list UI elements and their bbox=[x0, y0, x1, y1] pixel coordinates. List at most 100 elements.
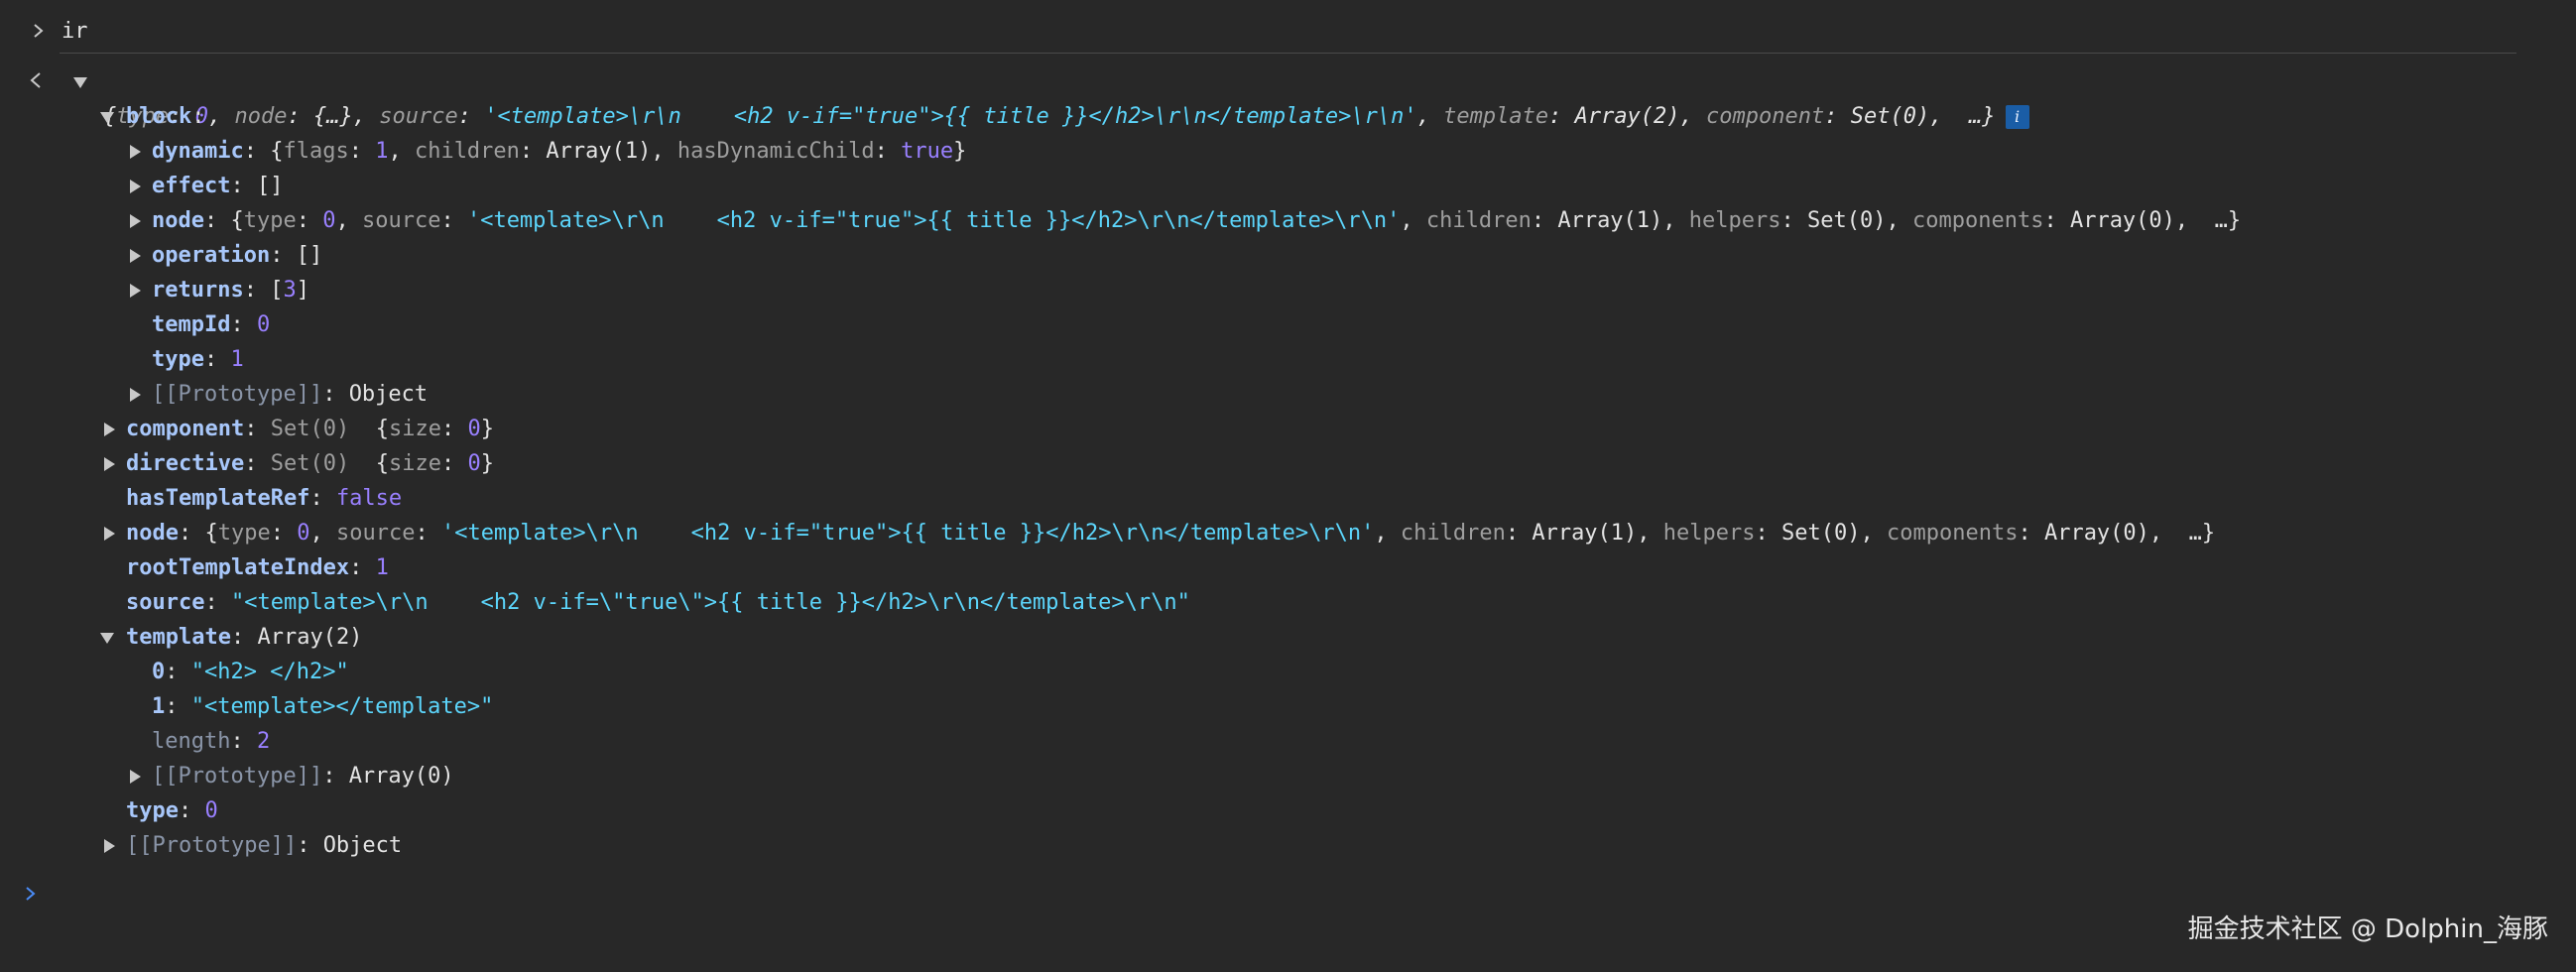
val-prototype: Object bbox=[322, 833, 403, 858]
sub-ellipsis: …} bbox=[2188, 521, 2216, 546]
sub-key-size: size bbox=[388, 417, 441, 441]
tree-row-directive[interactable]: directive: Set(0) {size: 0} bbox=[126, 446, 494, 481]
tree-row-tempId: tempId: 0 bbox=[152, 312, 271, 337]
key-type: type bbox=[126, 798, 179, 823]
val-block-type: 1 bbox=[230, 347, 244, 372]
toggle-node[interactable] bbox=[104, 527, 115, 541]
key-tempId: tempId bbox=[152, 312, 231, 337]
sub-key-helpers: helpers bbox=[1688, 208, 1781, 233]
val-template-0: "<h2> </h2>" bbox=[190, 660, 349, 684]
sub-val-children: Array(1) bbox=[1532, 521, 1638, 546]
toggle-directive[interactable] bbox=[104, 457, 115, 471]
key-source: source bbox=[126, 590, 205, 615]
toggle-operation[interactable] bbox=[130, 249, 141, 263]
result-arrow-icon bbox=[30, 72, 41, 88]
tree-row-node[interactable]: node: {type: 0, source: '<template>\r\n … bbox=[126, 516, 2215, 550]
val-operation: [] bbox=[296, 243, 323, 268]
key-template-1: 1 bbox=[152, 694, 166, 719]
tree-row-returns[interactable]: returns: [3] bbox=[152, 273, 309, 307]
key-dynamic: dynamic bbox=[152, 139, 244, 164]
key-prototype: [[Prototype]] bbox=[126, 833, 298, 858]
sub-val-helpers: Set(0) bbox=[1781, 521, 1861, 546]
preview-val-template: Array(2) bbox=[1574, 104, 1680, 129]
preview-key-node: node bbox=[234, 104, 288, 129]
tree-row-operation[interactable]: operation: [] bbox=[152, 238, 322, 273]
key-operation: operation bbox=[152, 243, 271, 268]
toggle-block-prototype[interactable] bbox=[130, 388, 141, 402]
tree-row-dynamic[interactable]: dynamic: {flags: 1, children: Array(1), … bbox=[152, 134, 966, 169]
preview-val-component: Set(0) bbox=[1850, 104, 1930, 129]
preview-key-source: source bbox=[379, 104, 458, 129]
key-returns: returns bbox=[152, 278, 244, 303]
returns-open: [ bbox=[270, 278, 284, 303]
val-source: "<template>\r\n <h2 v-if=\"true\">{{ tit… bbox=[230, 590, 1190, 615]
tree-row-hasTemplateRef: hasTemplateRef: false bbox=[126, 486, 403, 511]
tree-row-effect[interactable]: effect: [] bbox=[152, 169, 283, 203]
result-preview[interactable]: {type: 0, node: {…}, source: '<template>… bbox=[103, 64, 2029, 129]
preview-key-component: component bbox=[1706, 104, 1825, 129]
sub-val-hasDynamicChild: true bbox=[901, 139, 954, 164]
val-type: 0 bbox=[204, 798, 218, 823]
sub-key-children: children bbox=[1400, 521, 1506, 546]
key-directive: directive bbox=[126, 451, 245, 476]
sub-key-helpers: helpers bbox=[1662, 521, 1756, 546]
val-hasTemplateRef: false bbox=[335, 486, 403, 511]
key-block-prototype: [[Prototype]] bbox=[152, 382, 323, 407]
sub-val-source: '<template>\r\n <h2 v-if="true">{{ title… bbox=[466, 208, 1401, 233]
key-node: node bbox=[126, 521, 179, 546]
tree-row-component[interactable]: component: Set(0) {size: 0} bbox=[126, 412, 494, 446]
key-template-length: length bbox=[152, 729, 231, 754]
tree-row-template-prototype[interactable]: [[Prototype]]: Array(0) bbox=[152, 759, 454, 793]
console-input-command[interactable]: ir bbox=[61, 14, 88, 49]
key-block: block bbox=[126, 104, 192, 129]
input-prompt-chevron-icon bbox=[34, 24, 44, 38]
val-block-prototype: Object bbox=[348, 382, 429, 407]
sub-key-components: components bbox=[1887, 521, 2019, 546]
tree-row-prototype[interactable]: [[Prototype]]: Object bbox=[126, 828, 402, 863]
val-tempId: 0 bbox=[256, 312, 271, 337]
key-template-prototype: [[Prototype]] bbox=[152, 764, 323, 789]
val-template-1: "<template></template>" bbox=[190, 694, 494, 719]
console-prompt-icon[interactable] bbox=[24, 885, 38, 903]
tree-row-template-0: 0: "<h2> </h2>" bbox=[152, 660, 349, 684]
key-block-type: type bbox=[152, 347, 204, 372]
sub-val-type: 0 bbox=[297, 521, 310, 546]
preview-ellipsis: …} bbox=[1969, 104, 1996, 129]
sub-key-components: components bbox=[1912, 208, 2044, 233]
tree-row-block[interactable]: block: bbox=[126, 99, 204, 134]
toggle-template-prototype[interactable] bbox=[130, 770, 141, 784]
tree-row-source: source: "<template>\r\n <h2 v-if=\"true\… bbox=[126, 590, 1190, 615]
returns-close: ] bbox=[296, 278, 309, 303]
sub-key-flags: flags bbox=[283, 139, 349, 164]
val-component: Set(0) bbox=[270, 417, 350, 441]
toggle-template[interactable] bbox=[100, 633, 114, 644]
tree-row-block-node[interactable]: node: {type: 0, source: '<template>\r\n … bbox=[152, 203, 2241, 238]
sub-val-flags: 1 bbox=[375, 139, 389, 164]
toggle-returns[interactable] bbox=[130, 284, 141, 298]
toggle-component[interactable] bbox=[104, 423, 115, 436]
toggle-effect[interactable] bbox=[130, 180, 141, 193]
preview-val-source: '<template>\r\n <h2 v-if="true">{{ title… bbox=[484, 104, 1417, 129]
expand-result-toggle[interactable] bbox=[73, 77, 87, 88]
tree-row-block-prototype[interactable]: [[Prototype]]: Object bbox=[152, 377, 428, 412]
sub-val-children: Array(1) bbox=[1557, 208, 1663, 233]
key-template: template bbox=[126, 625, 231, 650]
tree-row-template-length: length: 2 bbox=[152, 729, 271, 754]
tree-row-template[interactable]: template: Array(2) bbox=[126, 620, 362, 655]
tree-row-rootTemplateIndex: rootTemplateIndex: 1 bbox=[126, 555, 389, 580]
toggle-prototype[interactable] bbox=[104, 839, 115, 853]
sub-val-components: Array(0) bbox=[2069, 208, 2175, 233]
val-template-length: 2 bbox=[256, 729, 271, 754]
console-separator bbox=[60, 53, 2516, 54]
tree-row-template-1: 1: "<template></template>" bbox=[152, 694, 494, 719]
toggle-block-node[interactable] bbox=[130, 214, 141, 228]
toggle-block[interactable] bbox=[100, 112, 114, 123]
val-template: Array(2) bbox=[257, 625, 363, 650]
sub-key-size: size bbox=[388, 451, 441, 476]
sub-key-hasDynamicChild: hasDynamicChild bbox=[676, 139, 875, 164]
toggle-dynamic[interactable] bbox=[130, 145, 141, 159]
sub-key-children: children bbox=[414, 139, 520, 164]
val-rootTemplateIndex: 1 bbox=[375, 555, 389, 580]
key-rootTemplateIndex: rootTemplateIndex bbox=[126, 555, 350, 580]
info-icon[interactable]: i bbox=[2005, 105, 2029, 129]
